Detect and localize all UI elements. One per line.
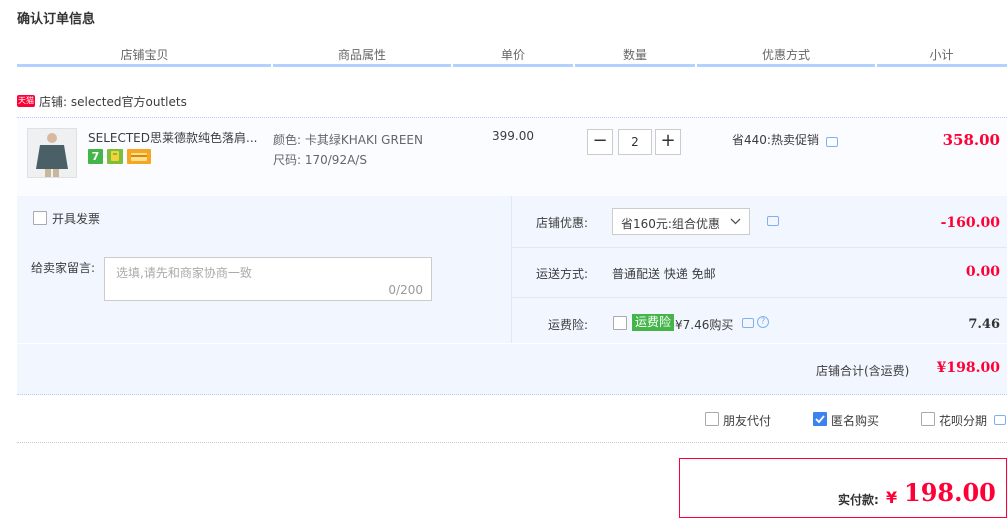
product-title-link[interactable]: SELECTED思莱德款纯色落肩... bbox=[88, 129, 257, 146]
promotion-text: 省440:热卖促销 bbox=[732, 133, 819, 147]
shipping-label: 运送方式: bbox=[536, 267, 589, 281]
tmall-icon: 天猫 bbox=[17, 95, 35, 107]
column-header-attributes: 商品属性 bbox=[337, 48, 386, 62]
quantity-input[interactable] bbox=[618, 129, 652, 155]
insurance-info-icon[interactable] bbox=[742, 318, 754, 328]
shop-total-amount: ¥198.00 bbox=[936, 360, 1000, 376]
row-divider bbox=[512, 247, 1007, 248]
anonymous-label: 匿名购买 bbox=[831, 414, 880, 428]
huabei-checkbox[interactable] bbox=[921, 412, 935, 426]
decrease-quantity-button[interactable]: − bbox=[587, 129, 613, 155]
column-header-unit-price: 单价 bbox=[500, 48, 525, 62]
header-divider bbox=[273, 64, 451, 67]
panel-divider bbox=[511, 196, 512, 343]
column-header-subtotal: 小计 bbox=[929, 48, 954, 62]
item-subtotal: 358.00 bbox=[942, 131, 1000, 149]
help-icon[interactable]: ? bbox=[757, 316, 769, 328]
message-char-count: 0/200 bbox=[388, 283, 423, 297]
column-header-discount: 优惠方式 bbox=[761, 48, 810, 62]
product-thumbnail[interactable] bbox=[27, 128, 77, 178]
final-amount: 198.00 bbox=[904, 478, 996, 507]
header-divider bbox=[697, 64, 875, 67]
guarantee-icon[interactable] bbox=[107, 149, 123, 164]
product-color: 颜色: 卡其绿KHAKI GREEN bbox=[273, 133, 423, 147]
promo-info-icon[interactable] bbox=[826, 137, 838, 147]
friend-pay-checkbox[interactable] bbox=[705, 412, 719, 426]
message-textarea[interactable]: 选填,请先和商家协商一致 0/200 bbox=[104, 257, 432, 301]
huabei-info-icon[interactable] bbox=[994, 415, 1006, 425]
insurance-label: 运费险: bbox=[548, 318, 589, 332]
store-discount-amount: -160.00 bbox=[940, 215, 1000, 231]
friend-pay-label: 朋友代付 bbox=[723, 414, 772, 428]
anonymous-checkbox[interactable] bbox=[813, 412, 827, 426]
unit-price: 399.00 bbox=[492, 129, 534, 143]
discount-info-icon[interactable] bbox=[767, 216, 779, 226]
chevron-down-icon bbox=[730, 218, 741, 225]
store-discount-label: 店铺优惠: bbox=[536, 216, 589, 230]
column-header-quantity: 数量 bbox=[622, 48, 647, 62]
store-discount-value: 省160元:组合优惠 bbox=[621, 217, 720, 231]
insurance-checkbox[interactable] bbox=[613, 316, 627, 330]
increase-quantity-button[interactable]: + bbox=[655, 129, 681, 155]
seven-day-return-icon[interactable]: 7 bbox=[88, 149, 103, 164]
shop-name-link[interactable]: 店铺: selected官方outlets bbox=[39, 93, 187, 110]
shipping-amount: 0.00 bbox=[965, 264, 1000, 280]
insurance-tag: 运费险 bbox=[632, 314, 675, 331]
product-size: 尺码: 170/92A/S bbox=[273, 153, 367, 167]
row-divider bbox=[512, 297, 1007, 298]
section-divider bbox=[17, 442, 1007, 443]
invoice-label: 开具发票 bbox=[52, 212, 101, 226]
header-divider bbox=[877, 64, 1007, 67]
store-discount-select[interactable]: 省160元:组合优惠 bbox=[612, 208, 750, 235]
huabei-label: 花呗分期 bbox=[939, 414, 988, 428]
shop-total-label: 店铺合计(含运费) bbox=[816, 364, 910, 378]
header-divider bbox=[575, 64, 695, 67]
final-currency: ¥ bbox=[886, 488, 898, 507]
final-pay-label: 实付款: bbox=[838, 493, 879, 507]
column-header-item: 店铺宝贝 bbox=[120, 48, 169, 62]
credit-card-icon[interactable] bbox=[127, 149, 151, 164]
header-divider bbox=[17, 64, 271, 67]
message-placeholder: 选填,请先和商家协商一致 bbox=[116, 266, 252, 280]
checkmark-icon bbox=[815, 415, 825, 424]
page-title: 确认订单信息 bbox=[17, 12, 96, 27]
message-label: 给卖家留言: bbox=[31, 261, 96, 275]
invoice-checkbox[interactable] bbox=[33, 211, 47, 225]
final-payment-box: 实付款: ¥ 198.00 bbox=[679, 458, 1007, 518]
insurance-amount: 7.46 bbox=[968, 317, 1000, 332]
shipping-method: 普通配送 快递 免邮 bbox=[612, 267, 716, 281]
header-divider bbox=[453, 64, 573, 67]
sweater-image-icon bbox=[28, 129, 76, 177]
insurance-price: ¥7.46购买 bbox=[675, 318, 734, 332]
